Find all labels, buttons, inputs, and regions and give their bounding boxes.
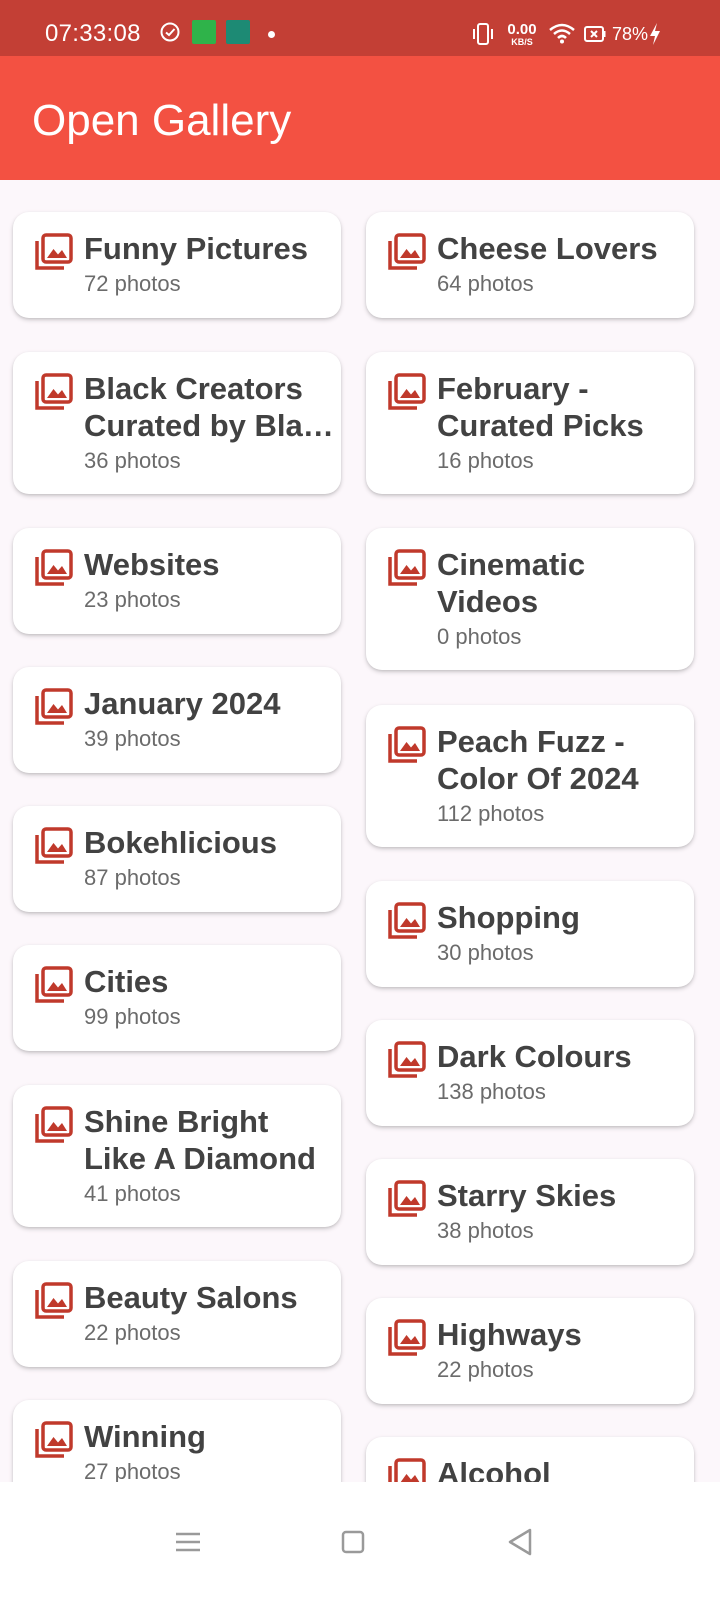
album-title: Bokehlicious 87 photos bbox=[84, 824, 334, 893]
photo-library-icon bbox=[35, 1421, 73, 1458]
album-card[interactable]: Cities 99 photos bbox=[13, 945, 341, 1051]
album-title: Funny Pictures 72 photos bbox=[84, 230, 334, 299]
album-photo-count: 23 photos bbox=[84, 587, 181, 612]
square-icon[interactable] bbox=[333, 1522, 373, 1562]
album-title: Highways 22 photos bbox=[437, 1316, 687, 1385]
photo-library-icon bbox=[35, 1282, 73, 1319]
photo-library-icon bbox=[388, 1041, 426, 1078]
album-title: Beauty Salons 22 photos bbox=[84, 1279, 334, 1348]
photo-library-icon bbox=[388, 373, 426, 410]
album-title: Peach Fuzz - Color Of 2024 112 photos bbox=[437, 723, 687, 829]
photo-library-icon bbox=[388, 726, 426, 763]
album-title: Cities 99 photos bbox=[84, 963, 334, 1032]
album-card[interactable]: Beauty Salons 22 photos bbox=[13, 1261, 341, 1367]
album-photo-count: 72 photos bbox=[84, 271, 181, 296]
album-card[interactable]: Cinematic Videos 0 photos bbox=[366, 528, 694, 670]
album-card[interactable]: Bokehlicious 87 photos bbox=[13, 806, 341, 912]
album-card[interactable]: February - Curated Picks 16 photos bbox=[366, 352, 694, 494]
network-speed: 0.00 KB/S bbox=[507, 21, 537, 47]
album-card[interactable]: Websites 23 photos bbox=[13, 528, 341, 634]
status-bar: 07:33:08 0.00 KB/S 78% bbox=[0, 0, 720, 56]
album-title: Websites 23 photos bbox=[84, 546, 334, 615]
album-card[interactable]: Black Creators Curated by Bla… 36 photos bbox=[13, 352, 341, 494]
album-photo-count: 38 photos bbox=[437, 1218, 534, 1243]
charging-bolt-icon bbox=[650, 23, 660, 45]
album-title: February - Curated Picks 16 photos bbox=[437, 370, 687, 476]
album-card[interactable]: Dark Colours 138 photos bbox=[366, 1020, 694, 1126]
photo-library-icon bbox=[35, 373, 73, 410]
battery-saver-icon bbox=[584, 26, 606, 42]
album-photo-count: 16 photos bbox=[437, 448, 534, 473]
photo-library-icon bbox=[35, 1106, 73, 1143]
album-photo-count: 64 photos bbox=[437, 271, 534, 296]
album-card[interactable]: Peach Fuzz - Color Of 2024 112 photos bbox=[366, 705, 694, 847]
photo-library-icon bbox=[388, 233, 426, 270]
calculator-app-icon bbox=[192, 20, 216, 44]
album-title: Dark Colours 138 photos bbox=[437, 1038, 687, 1107]
album-photo-count: 41 photos bbox=[84, 1181, 181, 1206]
album-card[interactable]: Shine Bright Like A Diamond 41 photos bbox=[13, 1085, 341, 1227]
photo-library-icon bbox=[35, 827, 73, 864]
album-title: January 2024 39 photos bbox=[84, 685, 334, 754]
album-card[interactable]: Cheese Lovers 64 photos bbox=[366, 212, 694, 318]
status-time: 07:33:08 bbox=[45, 20, 141, 47]
photo-library-icon bbox=[35, 966, 73, 1003]
notification-dot-icon bbox=[268, 31, 275, 38]
album-title: Shine Bright Like A Diamond 41 photos bbox=[84, 1103, 334, 1209]
album-title: Shopping 30 photos bbox=[437, 899, 687, 968]
album-photo-count: 36 photos bbox=[84, 448, 181, 473]
album-title: Starry Skies 38 photos bbox=[437, 1177, 687, 1246]
album-photo-count: 30 photos bbox=[437, 940, 534, 965]
system-nav-bar bbox=[0, 1482, 720, 1600]
album-photo-count: 99 photos bbox=[84, 1004, 181, 1029]
menu-icon[interactable] bbox=[168, 1522, 208, 1562]
app-bar: Open Gallery bbox=[0, 56, 720, 180]
photo-library-icon bbox=[388, 1180, 426, 1217]
album-title: Cheese Lovers 64 photos bbox=[437, 230, 687, 299]
album-card[interactable]: Starry Skies 38 photos bbox=[366, 1159, 694, 1265]
album-title: Winning 27 photos bbox=[84, 1418, 334, 1487]
back-triangle-icon[interactable] bbox=[500, 1522, 540, 1562]
album-photo-count: 112 photos bbox=[437, 801, 545, 826]
album-photo-count: 22 photos bbox=[437, 1357, 534, 1382]
photo-library-icon bbox=[388, 549, 426, 586]
wifi-icon bbox=[549, 23, 575, 44]
android-app-icon bbox=[226, 20, 250, 44]
vibrate-icon bbox=[473, 23, 493, 45]
album-photo-count: 0 photos bbox=[437, 624, 522, 649]
photo-library-icon bbox=[388, 1319, 426, 1356]
album-photo-count: 138 photos bbox=[437, 1079, 546, 1104]
album-photo-count: 22 photos bbox=[84, 1320, 181, 1345]
battery-percentage: 78% bbox=[612, 24, 649, 44]
photo-library-icon bbox=[388, 902, 426, 939]
album-title: Cinematic Videos 0 photos bbox=[437, 546, 687, 652]
page-title: Open Gallery bbox=[32, 96, 292, 145]
album-card[interactable]: Funny Pictures 72 photos bbox=[13, 212, 341, 318]
photo-library-icon bbox=[35, 549, 73, 586]
album-card[interactable]: Shopping 30 photos bbox=[366, 881, 694, 987]
album-title: Black Creators Curated by Bla… 36 photos bbox=[84, 370, 334, 476]
album-photo-count: 87 photos bbox=[84, 865, 181, 890]
check-circle-icon bbox=[160, 22, 180, 42]
album-photo-count: 39 photos bbox=[84, 726, 181, 751]
photo-library-icon bbox=[35, 688, 73, 725]
photo-library-icon bbox=[35, 233, 73, 270]
album-card[interactable]: January 2024 39 photos bbox=[13, 667, 341, 773]
album-card[interactable]: Highways 22 photos bbox=[366, 1298, 694, 1404]
